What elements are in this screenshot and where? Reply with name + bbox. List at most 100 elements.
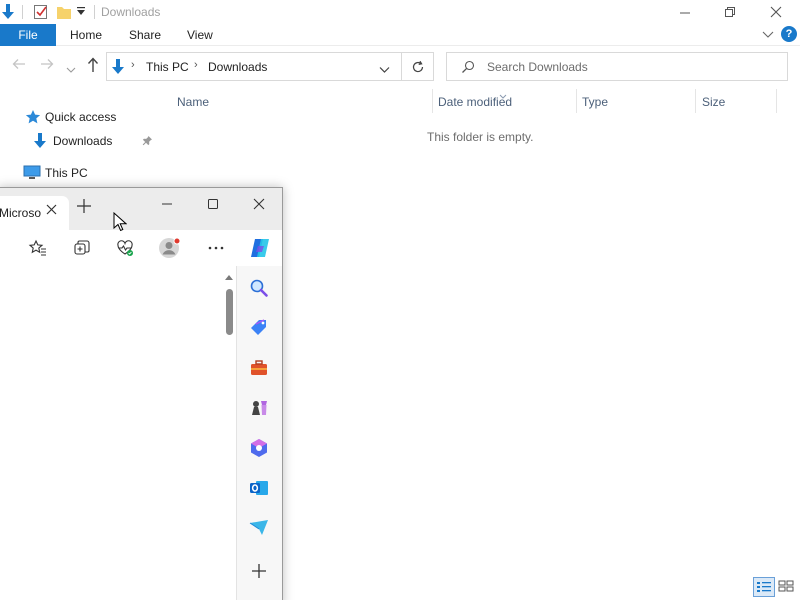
tab-file[interactable]: File — [0, 24, 56, 46]
back-arrow-icon[interactable] — [12, 57, 26, 76]
close-icon — [253, 198, 265, 210]
refresh-icon — [412, 60, 424, 72]
title-divider — [22, 5, 23, 19]
downloads-arrow-icon — [32, 132, 48, 153]
large-icons-view-button[interactable] — [776, 577, 798, 597]
desktop: Downloads File Home Share View ? › This … — [0, 0, 800, 600]
edge-minimize-button[interactable] — [144, 188, 190, 220]
column-divider[interactable] — [576, 89, 577, 113]
sidebar-microsoft-365-button[interactable] — [247, 436, 271, 460]
profile-button[interactable] — [157, 236, 183, 260]
favorites-button[interactable] — [25, 236, 51, 260]
edge-sidebar — [236, 266, 282, 600]
sidebar-drop-button[interactable] — [247, 516, 271, 540]
empty-folder-message: This folder is empty. — [427, 130, 534, 144]
edge-tab[interactable]: Microsoft — [0, 196, 69, 230]
close-button[interactable] — [753, 0, 799, 24]
search-box[interactable]: Search Downloads — [446, 52, 788, 81]
edge-tab-strip: Microsoft — [0, 188, 282, 230]
new-folder-icon[interactable] — [56, 3, 72, 24]
ribbon-tabs: File Home Share View ? — [0, 24, 800, 46]
chevron-down-icon[interactable] — [379, 63, 390, 77]
nav-this-pc[interactable]: This PC — [45, 166, 88, 180]
maximize-icon — [208, 199, 218, 209]
copilot-button[interactable] — [247, 236, 273, 260]
restore-button[interactable] — [707, 0, 753, 24]
profile-icon — [159, 237, 181, 258]
up-arrow-icon[interactable] — [86, 57, 100, 78]
search-icon — [461, 60, 475, 77]
star-icon — [25, 109, 41, 128]
tools-icon — [251, 360, 267, 375]
vertical-scrollbar-thumb[interactable] — [226, 289, 233, 335]
tab-home[interactable]: Home — [70, 28, 102, 42]
window-title: Downloads — [101, 5, 161, 19]
breadcrumb-this-pc[interactable]: This PC — [146, 60, 189, 74]
tab-view[interactable]: View — [187, 28, 213, 42]
minimize-icon — [680, 12, 690, 14]
details-view-icon — [757, 582, 771, 592]
plus-icon — [77, 199, 91, 213]
edge-browser-window: Microsoft — [0, 187, 283, 600]
column-divider[interactable] — [776, 89, 777, 113]
customize-toolbar-icon[interactable] — [76, 5, 86, 20]
search-input[interactable]: Search Downloads — [487, 60, 588, 74]
sidebar-shopping-button[interactable] — [247, 316, 271, 340]
collections-icon — [74, 240, 90, 255]
edge-close-button[interactable] — [236, 188, 282, 220]
recent-locations-icon[interactable] — [66, 61, 76, 79]
browser-essentials-icon — [117, 240, 133, 256]
explorer-title-bar: Downloads — [0, 0, 800, 24]
chevron-right-icon[interactable]: › — [131, 59, 135, 71]
nav-downloads[interactable]: Downloads — [53, 134, 112, 148]
more-options-button[interactable] — [203, 236, 229, 260]
shopping-icon — [251, 319, 266, 335]
sidebar-add-button[interactable] — [247, 559, 271, 583]
properties-icon[interactable] — [33, 3, 49, 24]
column-divider[interactable] — [432, 89, 433, 113]
close-tab-icon[interactable] — [46, 203, 57, 218]
minimize-icon — [162, 203, 172, 205]
microsoft-365-icon — [251, 439, 267, 457]
title-divider — [94, 5, 95, 19]
forward-arrow-icon[interactable] — [40, 57, 54, 76]
column-date-modified[interactable]: Date modified — [438, 95, 512, 109]
scroll-up-icon[interactable] — [225, 273, 233, 282]
sidebar-outlook-button[interactable] — [247, 476, 271, 500]
sidebar-games-button[interactable] — [247, 396, 271, 420]
drop-icon — [249, 520, 268, 535]
details-view-button[interactable] — [753, 577, 775, 597]
column-type[interactable]: Type — [582, 95, 608, 109]
column-name[interactable]: Name — [177, 95, 209, 109]
sidebar-search-button[interactable] — [247, 276, 271, 300]
refresh-button[interactable] — [401, 52, 434, 81]
mouse-cursor-icon — [113, 211, 128, 235]
downloads-arrow-icon — [110, 58, 126, 79]
chevron-right-icon[interactable]: › — [194, 59, 198, 71]
edge-page-content[interactable] — [0, 266, 236, 600]
games-icon — [252, 401, 267, 415]
expand-ribbon-icon[interactable] — [762, 29, 774, 43]
search-icon — [250, 279, 268, 297]
column-divider[interactable] — [695, 89, 696, 113]
address-bar[interactable]: › This PC › Downloads — [106, 52, 434, 81]
large-icons-view-icon — [778, 580, 794, 592]
nav-quick-access[interactable]: Quick access — [45, 110, 116, 124]
edge-tab-title[interactable]: Microsoft — [0, 206, 41, 220]
sidebar-tools-button[interactable] — [247, 356, 271, 380]
pin-icon[interactable] — [142, 135, 153, 149]
restore-icon — [725, 7, 735, 17]
breadcrumb-downloads[interactable]: Downloads — [208, 60, 267, 74]
downloads-arrow-icon[interactable] — [0, 3, 16, 24]
minimize-button[interactable] — [662, 0, 708, 24]
copilot-icon — [251, 239, 269, 257]
add-icon — [252, 564, 266, 578]
help-button[interactable]: ? — [781, 26, 797, 42]
tab-share[interactable]: Share — [129, 28, 161, 42]
collections-button[interactable] — [69, 236, 95, 260]
browser-essentials-button[interactable] — [112, 236, 138, 260]
column-size[interactable]: Size — [702, 95, 725, 109]
computer-icon — [23, 165, 41, 183]
new-tab-button[interactable] — [76, 198, 92, 218]
edge-maximize-button[interactable] — [190, 188, 236, 220]
